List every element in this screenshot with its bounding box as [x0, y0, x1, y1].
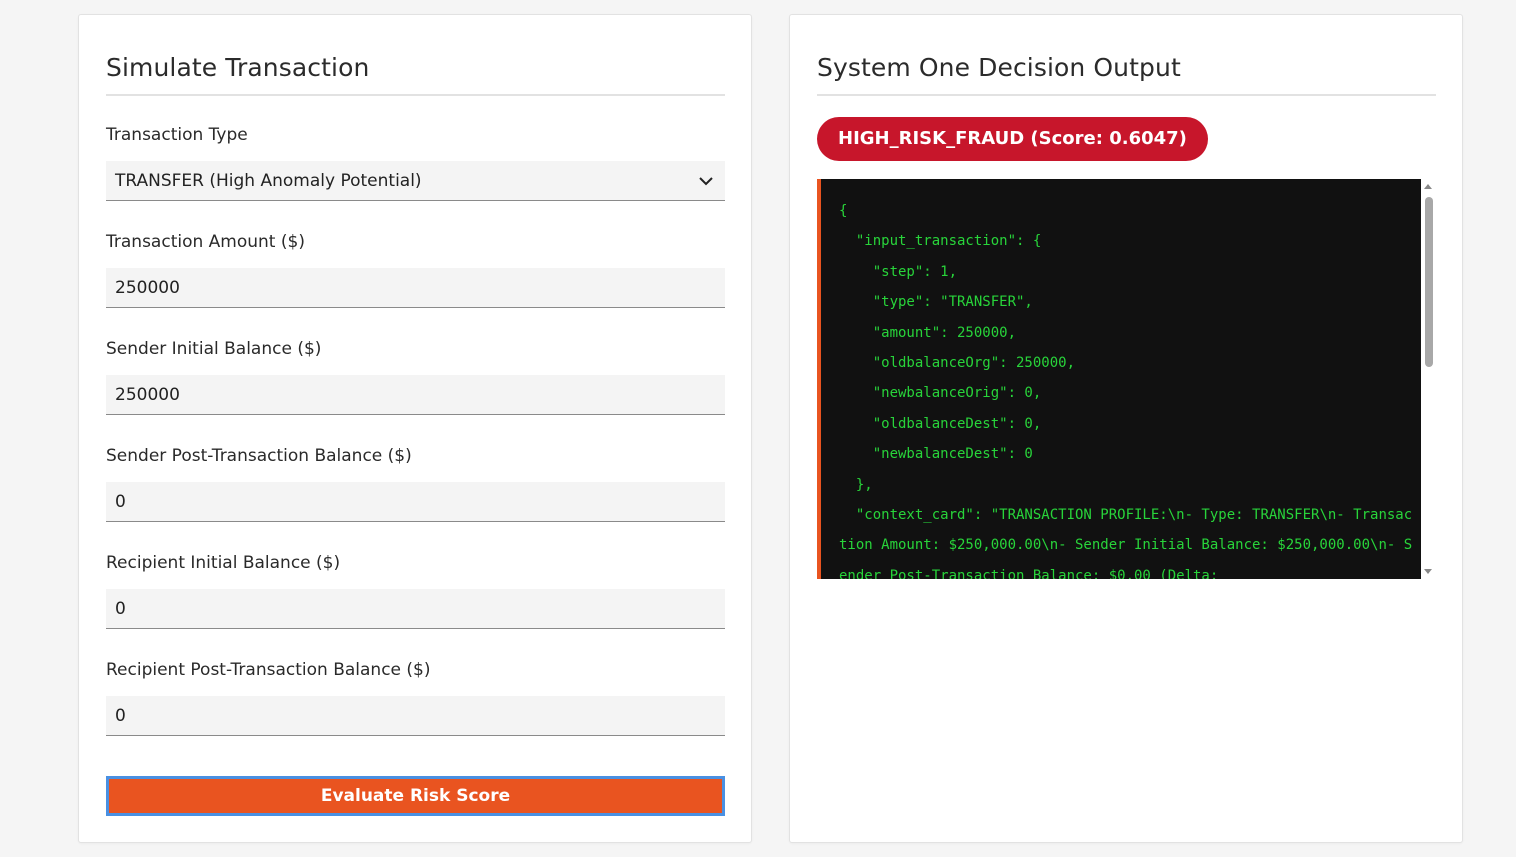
recipient-initial-balance-input[interactable]: 0: [106, 589, 725, 629]
sender-initial-balance-input[interactable]: 250000: [106, 375, 725, 415]
sender-post-balance-label: Sender Post-Transaction Balance ($): [106, 446, 412, 466]
recipient-post-balance-label: Recipient Post-Transaction Balance ($): [106, 660, 431, 680]
transaction-amount-label: Transaction Amount ($): [106, 232, 305, 252]
json-output-box[interactable]: { "input_transaction": { "step": 1, "typ…: [817, 179, 1436, 579]
simulate-transaction-panel: Simulate Transaction Transaction Type TR…: [78, 14, 752, 843]
decision-output-panel: System One Decision Output HIGH_RISK_FRA…: [789, 14, 1463, 843]
transaction-amount-input[interactable]: 250000: [106, 268, 725, 308]
transaction-type-value: TRANSFER (High Anomaly Potential): [115, 171, 422, 191]
scrollbar[interactable]: [1421, 179, 1436, 579]
scroll-thumb[interactable]: [1425, 197, 1433, 367]
recipient-post-balance-input[interactable]: 0: [106, 696, 725, 736]
transaction-type-select[interactable]: TRANSFER (High Anomaly Potential): [106, 161, 725, 201]
panel-title: Simulate Transaction: [106, 51, 725, 96]
evaluate-risk-score-button[interactable]: Evaluate Risk Score: [106, 776, 725, 816]
risk-status-badge: HIGH_RISK_FRAUD (Score: 0.6047): [817, 117, 1208, 161]
scroll-down-icon[interactable]: [1424, 569, 1432, 574]
sender-post-balance-input[interactable]: 0: [106, 482, 725, 522]
chevron-down-icon: [699, 177, 713, 186]
scroll-up-icon[interactable]: [1424, 184, 1432, 189]
sender-initial-balance-label: Sender Initial Balance ($): [106, 339, 322, 359]
panel-title: System One Decision Output: [817, 51, 1436, 96]
json-output-text: { "input_transaction": { "step": 1, "typ…: [839, 203, 1413, 579]
recipient-initial-balance-label: Recipient Initial Balance ($): [106, 553, 341, 573]
transaction-type-label: Transaction Type: [106, 125, 248, 145]
